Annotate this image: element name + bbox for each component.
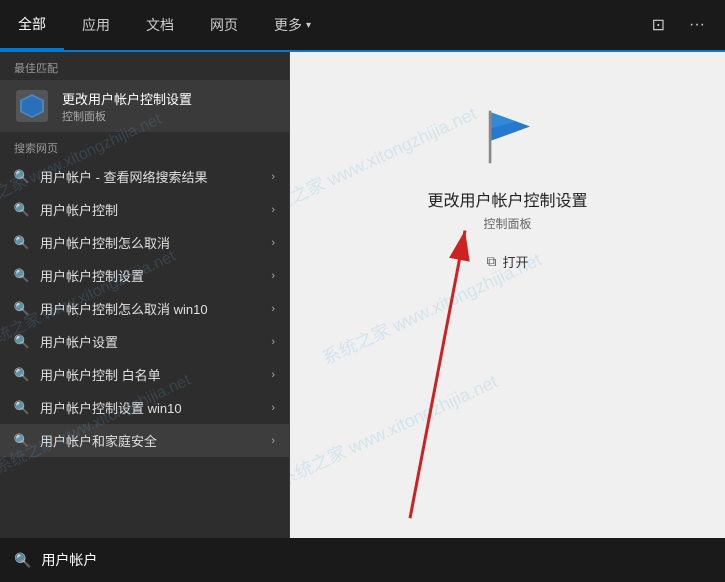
result-arrow-5: › (271, 336, 275, 348)
result-text-2: 用户帐户控制怎么取消 (40, 233, 261, 252)
detail-subtitle: 控制面板 (483, 215, 531, 232)
result-text-6: 用户帐户控制 白名单 (40, 365, 261, 384)
result-arrow-3: › (271, 270, 275, 282)
result-text-4: 用户帐户控制怎么取消 win10 (40, 299, 261, 318)
tab-apps[interactable]: 应用 (64, 0, 128, 50)
nav-icons: ⊡ ··· (648, 0, 725, 50)
more-options-icon[interactable]: ··· (685, 12, 709, 38)
search-bar: 🔍 (0, 538, 725, 582)
search-icon-1: 🔍 (14, 202, 30, 218)
best-match-item[interactable]: 更改用户帐户控制设置 控制面板 (0, 80, 289, 132)
search-icon-8: 🔍 (14, 433, 30, 449)
result-item-5[interactable]: 🔍 用户帐户设置 › (0, 325, 289, 358)
result-arrow-8: › (271, 435, 275, 447)
result-text-0: 用户帐户 - 查看网络搜索结果 (40, 167, 261, 186)
open-button[interactable]: ⧉ 打开 (486, 252, 528, 271)
result-arrow-0: › (271, 171, 275, 183)
search-icon-7: 🔍 (14, 400, 30, 416)
result-text-3: 用户帐户控制设置 (40, 266, 261, 285)
best-match-title: 更改用户帐户控制设置 (62, 89, 192, 108)
tab-more[interactable]: 更多 (256, 0, 329, 50)
search-icon-4: 🔍 (14, 301, 30, 317)
search-person-icon[interactable]: ⊡ (648, 11, 669, 39)
result-item-6[interactable]: 🔍 用户帐户控制 白名单 › (0, 358, 289, 391)
result-text-1: 用户帐户控制 (40, 200, 261, 219)
best-match-subtitle: 控制面板 (62, 108, 192, 124)
result-item-3[interactable]: 🔍 用户帐户控制设置 › (0, 259, 289, 292)
search-bar-icon: 🔍 (14, 552, 31, 569)
best-match-info: 更改用户帐户控制设置 控制面板 (62, 89, 192, 124)
search-input[interactable] (41, 552, 711, 568)
result-text-5: 用户帐户设置 (40, 332, 261, 351)
tab-web[interactable]: 网页 (192, 0, 256, 50)
result-arrow-7: › (271, 402, 275, 414)
search-web-label: 搜索网页 (0, 132, 289, 160)
result-item-7[interactable]: 🔍 用户帐户控制设置 win10 › (0, 391, 289, 424)
open-label: 打开 (502, 252, 528, 271)
detail-title: 更改用户帐户控制设置 (427, 187, 587, 211)
search-icon-0: 🔍 (14, 169, 30, 185)
left-panel: 最佳匹配 更改用户帐户控制设置 控制面板 搜索网页 🔍 用户帐户 - 查看网络搜… (0, 52, 290, 538)
search-icon-6: 🔍 (14, 367, 30, 383)
right-panel: 更改用户帐户控制设置 控制面板 ⧉ 打开 系统之家 www.xitongzhij… (290, 52, 725, 538)
open-window-icon: ⧉ (486, 253, 496, 270)
result-text-8: 用户帐户和家庭安全 (40, 431, 261, 450)
result-item-2[interactable]: 🔍 用户帐户控制怎么取消 › (0, 226, 289, 259)
best-match-label: 最佳匹配 (0, 52, 289, 80)
result-arrow-6: › (271, 369, 275, 381)
search-icon-2: 🔍 (14, 235, 30, 251)
top-nav: 全部 应用 文档 网页 更多 ⊡ ··· (0, 0, 725, 52)
result-item-8[interactable]: 🔍 用户帐户和家庭安全 › (0, 424, 289, 457)
result-arrow-2: › (271, 237, 275, 249)
best-match-app-icon (14, 88, 50, 124)
result-arrow-4: › (271, 303, 275, 315)
tab-docs[interactable]: 文档 (128, 0, 192, 50)
search-icon-3: 🔍 (14, 268, 30, 284)
result-text-7: 用户帐户控制设置 win10 (40, 398, 261, 417)
result-arrow-1: › (271, 204, 275, 216)
result-item-4[interactable]: 🔍 用户帐户控制怎么取消 win10 › (0, 292, 289, 325)
result-item-1[interactable]: 🔍 用户帐户控制 › (0, 193, 289, 226)
tab-all[interactable]: 全部 (0, 0, 64, 50)
main-area: 最佳匹配 更改用户帐户控制设置 控制面板 搜索网页 🔍 用户帐户 - 查看网络搜… (0, 52, 725, 538)
search-icon-5: 🔍 (14, 334, 30, 350)
detail-icon (473, 102, 543, 177)
result-item-0[interactable]: 🔍 用户帐户 - 查看网络搜索结果 › (0, 160, 289, 193)
